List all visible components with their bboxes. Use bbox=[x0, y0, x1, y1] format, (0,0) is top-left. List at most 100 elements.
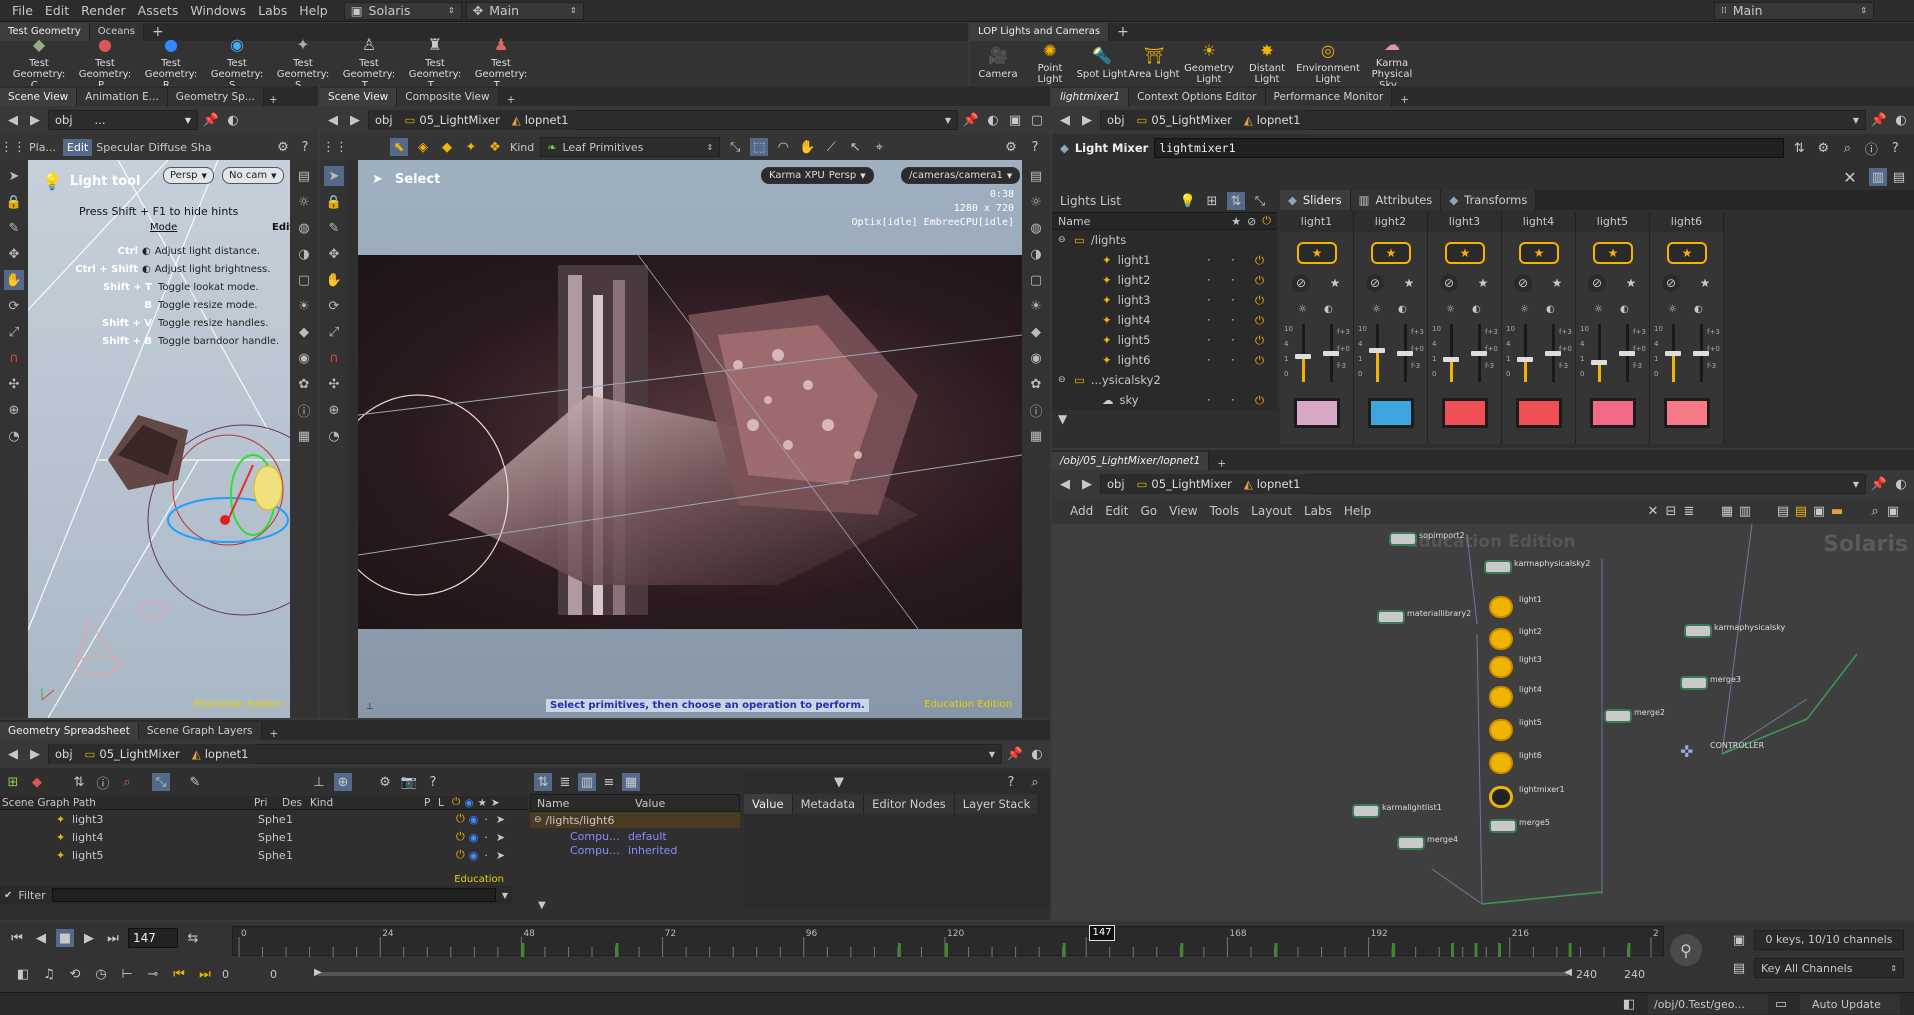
laser-icon[interactable]: ⟋ bbox=[822, 138, 840, 156]
menu-go[interactable]: Go bbox=[1134, 504, 1163, 518]
tree-view-icon[interactable]: ⇅ bbox=[1227, 192, 1245, 210]
snapshot-icon[interactable]: ▣ bbox=[1884, 502, 1902, 520]
star-icon[interactable]: ★ bbox=[1548, 274, 1566, 292]
color-icon[interactable]: ✿ bbox=[294, 374, 314, 394]
frame-field[interactable]: 147 bbox=[128, 928, 178, 948]
power-icon[interactable]: ⏻ bbox=[1255, 310, 1277, 330]
key-tool-icon[interactable]: ⚲ bbox=[1670, 934, 1702, 966]
color-icon[interactable]: ✿ bbox=[1026, 374, 1046, 394]
crumb-lopnet[interactable]: ◭ lopnet1 bbox=[1237, 474, 1307, 494]
geometry-icon[interactable]: ◆ bbox=[294, 322, 314, 342]
star-icon[interactable]: ★ bbox=[1326, 274, 1344, 292]
lock-icon[interactable]: 🔒 bbox=[324, 192, 344, 212]
disable-icon[interactable]: ⊘ bbox=[1514, 274, 1532, 292]
menu-layout[interactable]: Layout bbox=[1245, 504, 1298, 518]
scale-icon[interactable]: ⤢ bbox=[324, 322, 344, 342]
star-icon[interactable]: ★ bbox=[1474, 274, 1492, 292]
wrench-icon[interactable]: ✕ bbox=[1644, 502, 1662, 520]
mode-place[interactable]: Pla... bbox=[26, 141, 59, 154]
tab-layer-stack[interactable]: Layer Stack bbox=[954, 794, 1040, 814]
tool-test-geometry-pig[interactable]: ● Test Geometry: P... bbox=[72, 34, 138, 91]
visibility-icon[interactable]: ◉ bbox=[1026, 348, 1046, 368]
tab-network[interactable]: /obj/05_LightMixer/lopnet1 bbox=[1052, 452, 1210, 470]
tab-geometry-spreadsheet[interactable]: Geometry Spreadsheet bbox=[0, 722, 139, 740]
pick-icon[interactable]: ⌖ bbox=[870, 138, 888, 156]
tab-context-options[interactable]: Context Options Editor bbox=[1129, 88, 1266, 106]
pin-icon[interactable]: 📌 bbox=[1870, 111, 1888, 129]
intensity-fader-handle[interactable] bbox=[1665, 351, 1681, 356]
grid-icon[interactable]: ⋮⋮ bbox=[322, 138, 348, 156]
search-icon[interactable]: ⌕ bbox=[1866, 502, 1884, 520]
camera-dropdown[interactable]: /cameras/camera1 ▼ bbox=[901, 167, 1021, 184]
add-tab-icon[interactable]: + bbox=[1209, 458, 1234, 470]
solo-dot[interactable]: · bbox=[1207, 290, 1225, 310]
mute-dot[interactable]: · bbox=[1231, 310, 1249, 330]
image-icon[interactable]: ▤ bbox=[1774, 502, 1792, 520]
exposure-icon[interactable]: ☼ bbox=[1372, 304, 1381, 315]
lop-node[interactable] bbox=[1389, 532, 1417, 546]
rows-icon[interactable]: ≡ bbox=[600, 773, 618, 791]
light-display-icon[interactable]: ☼ bbox=[294, 192, 314, 212]
tab-sliders[interactable]: ◆ Sliders bbox=[1280, 190, 1351, 210]
keyframe-marker[interactable] bbox=[1568, 943, 1572, 957]
mute-dot[interactable]: · bbox=[1231, 270, 1249, 290]
lop-node[interactable] bbox=[1680, 676, 1708, 690]
help-icon[interactable]: ? bbox=[1002, 773, 1020, 791]
pin-icon[interactable]: 📌 bbox=[202, 111, 220, 129]
info-icon[interactable]: ⓘ bbox=[294, 400, 314, 420]
tree-item-light[interactable]: ✦ light3 · · ⏻ bbox=[1052, 290, 1277, 310]
solo-dot[interactable]: · bbox=[1207, 330, 1225, 350]
star-icon[interactable]: ★ bbox=[1231, 215, 1241, 228]
lop-node[interactable] bbox=[1489, 786, 1513, 808]
main-viewport[interactable]: ➤ Select Karma XPU Persp ▼ /cameras/camera1… bbox=[358, 160, 1022, 718]
light-color-swatch[interactable] bbox=[1294, 398, 1340, 428]
menu-help[interactable]: Help bbox=[1338, 504, 1377, 518]
intensity-fader-handle[interactable] bbox=[1517, 356, 1533, 362]
disable-icon[interactable]: ⊘ bbox=[1247, 215, 1256, 228]
keyframe-marker[interactable] bbox=[945, 943, 948, 957]
jump-start-icon[interactable]: ⏮ bbox=[8, 929, 26, 947]
controller-node[interactable]: ✜ bbox=[1680, 742, 1693, 761]
translate-icon[interactable]: ✥ bbox=[324, 244, 344, 264]
magnet-icon[interactable]: ∩ bbox=[4, 348, 24, 368]
light-tool-icon[interactable]: ✋ bbox=[4, 270, 24, 290]
solo-dot[interactable]: · bbox=[1207, 250, 1225, 270]
network-canvas[interactable]: Education Edition Solaris sopimport2 mate… bbox=[1052, 524, 1914, 920]
cook-icon[interactable]: ▭ bbox=[1772, 995, 1790, 1013]
exposure-icon[interactable]: ☼ bbox=[1594, 304, 1603, 315]
collapse-icon[interactable]: ⊖ bbox=[1058, 370, 1068, 390]
filter-icon[interactable]: ▼ bbox=[830, 773, 848, 791]
tree-item-light[interactable]: ✦ light1 · · ⏻ bbox=[1052, 250, 1277, 270]
list-icon[interactable]: ≣ bbox=[556, 773, 574, 791]
mute-dot[interactable]: · bbox=[1231, 290, 1249, 310]
power-icon[interactable]: ⏻ bbox=[456, 848, 465, 862]
background-icon[interactable]: ▣ bbox=[1810, 502, 1828, 520]
dot-icon[interactable]: · bbox=[484, 849, 488, 862]
power-icon[interactable]: ⏻ bbox=[1255, 330, 1277, 350]
tool-test-geometry-shaderball[interactable]: ◉ Test Geometry: S... bbox=[204, 34, 270, 91]
dim-icon[interactable]: ◐ bbox=[1398, 304, 1407, 315]
search-icon[interactable]: ⌕ bbox=[1838, 139, 1856, 157]
audio-icon[interactable]: ♫ bbox=[40, 965, 58, 983]
solo-dot[interactable]: · bbox=[1207, 270, 1225, 290]
handle-icon[interactable]: ✣ bbox=[324, 374, 344, 394]
crumb-lightmixer[interactable]: ▭ 05_LightMixer bbox=[398, 110, 506, 130]
eye-icon[interactable]: ◉ bbox=[469, 849, 479, 862]
exposure-icon[interactable]: ☼ bbox=[1446, 304, 1455, 315]
info-icon[interactable]: ⓘ bbox=[94, 773, 112, 792]
dim-icon[interactable]: ◐ bbox=[1324, 304, 1333, 315]
paint-icon[interactable]: ✎ bbox=[324, 218, 344, 238]
lop-node[interactable] bbox=[1684, 624, 1712, 638]
tree-item-light[interactable]: ✦ light6 · · ⏻ bbox=[1052, 350, 1277, 370]
tab-attributes[interactable]: ▥ Attributes bbox=[1350, 190, 1442, 210]
start-frame-2[interactable]: 0 bbox=[270, 968, 310, 981]
light-color-swatch[interactable] bbox=[1442, 398, 1488, 428]
light-node[interactable] bbox=[1489, 752, 1513, 774]
translate-icon[interactable]: ✥ bbox=[4, 244, 24, 264]
back-arrow-icon[interactable]: ◀ bbox=[324, 111, 342, 129]
table-icon[interactable]: ▦ bbox=[622, 773, 640, 791]
col-primitive[interactable]: Pri bbox=[254, 797, 282, 809]
menu-assets[interactable]: Assets bbox=[132, 3, 185, 18]
light-display-icon[interactable]: ☼ bbox=[1026, 192, 1046, 212]
disable-icon[interactable]: ⊘ bbox=[1662, 274, 1680, 292]
